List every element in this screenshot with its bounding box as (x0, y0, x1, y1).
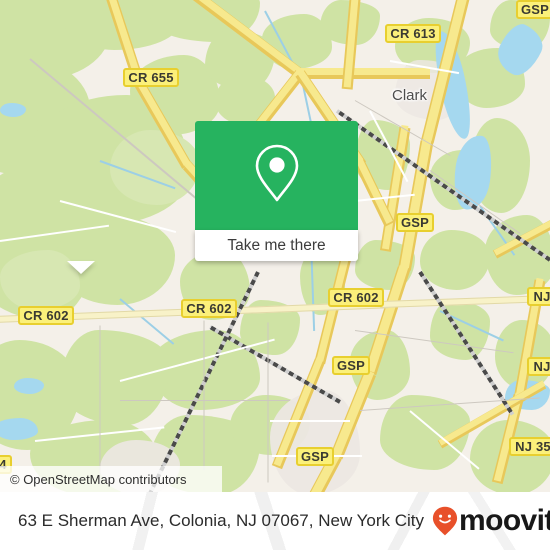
road-shield: CR 602 (328, 288, 384, 307)
moovit-logo[interactable]: moovit (432, 506, 550, 536)
footer-content: 63 E Sherman Ave, Colonia, NJ 07067, New… (0, 492, 550, 550)
park-area (0, 250, 80, 310)
road-shield: CR 613 (385, 24, 441, 43)
water-body (0, 418, 38, 440)
popup-tail (67, 261, 95, 274)
road-shield: CR 602 (18, 306, 74, 325)
road-shield: GSP (516, 0, 550, 19)
minor-road (267, 322, 269, 483)
minor-road (270, 420, 350, 422)
popup-header (195, 121, 358, 230)
road-shield: NJ 35 (509, 437, 550, 456)
moovit-smiley-pin-icon (432, 506, 458, 536)
take-me-there-button[interactable]: Take me there (195, 230, 358, 261)
moovit-wordmark: moovit (459, 504, 550, 537)
road-shield: CR 602 (181, 299, 237, 318)
road-shield: GSP (396, 213, 434, 232)
place-label-clark: Clark (392, 87, 428, 104)
road-shield: GSP (332, 356, 370, 375)
minor-road (120, 400, 290, 401)
highway-cr613 (300, 68, 430, 75)
footer-bar: 63 E Sherman Ave, Colonia, NJ 07067, New… (0, 492, 550, 550)
take-me-there-label: Take me there (227, 236, 326, 254)
road-shield: CR 655 (123, 68, 179, 87)
location-popup[interactable]: Take me there (195, 121, 358, 261)
map-canvas[interactable]: Clark CR 613 GSP CR 655 GSP CR 602 CR 602 CR 6… (0, 0, 550, 492)
map-attribution: © OpenStreetMap contributors (0, 466, 222, 492)
attribution-text: © OpenStreetMap contributors (10, 471, 187, 487)
road-shield: NJ (527, 287, 550, 306)
minor-road (99, 325, 101, 486)
water-body (0, 103, 26, 117)
road-shield: NJ (527, 357, 550, 376)
road-shield: GSP (296, 447, 334, 466)
minor-road (203, 320, 205, 471)
location-pin-icon (250, 141, 304, 210)
map-screenshot: Clark CR 613 GSP CR 655 GSP CR 602 CR 602 CR 6… (0, 0, 550, 550)
address-label: 63 E Sherman Ave, Colonia, NJ 07067, New… (18, 511, 425, 530)
